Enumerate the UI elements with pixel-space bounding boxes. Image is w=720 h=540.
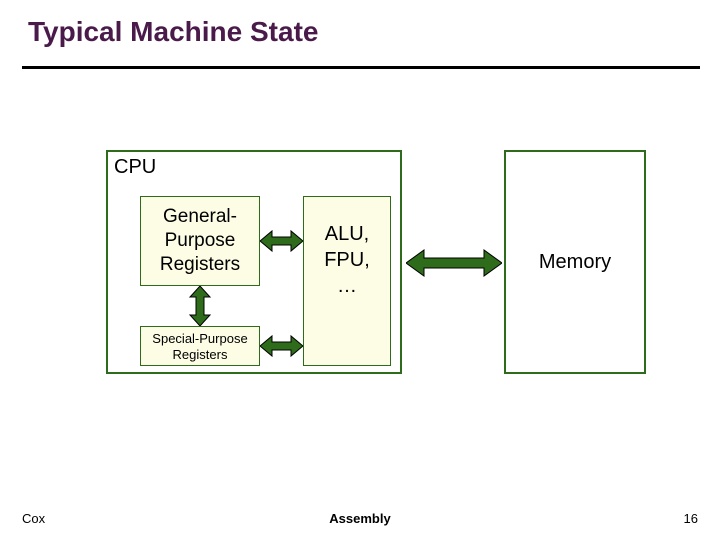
gpr-box: General-PurposeRegisters [140,196,260,286]
footer-topic: Assembly [0,511,720,526]
arrow-gpr-alu [260,229,303,253]
page-title: Typical Machine State [28,16,318,48]
arrow-cpu-memory [406,248,502,278]
footer-page-number: 16 [684,511,698,526]
arrow-spr-alu [260,334,303,358]
arrow-gpr-spr [188,286,212,326]
memory-box: Memory [504,150,646,374]
title-underline [22,66,700,69]
cpu-label: CPU [114,156,156,179]
alu-box: ALU,FPU,… [303,196,391,366]
spr-box: Special-PurposeRegisters [140,326,260,366]
